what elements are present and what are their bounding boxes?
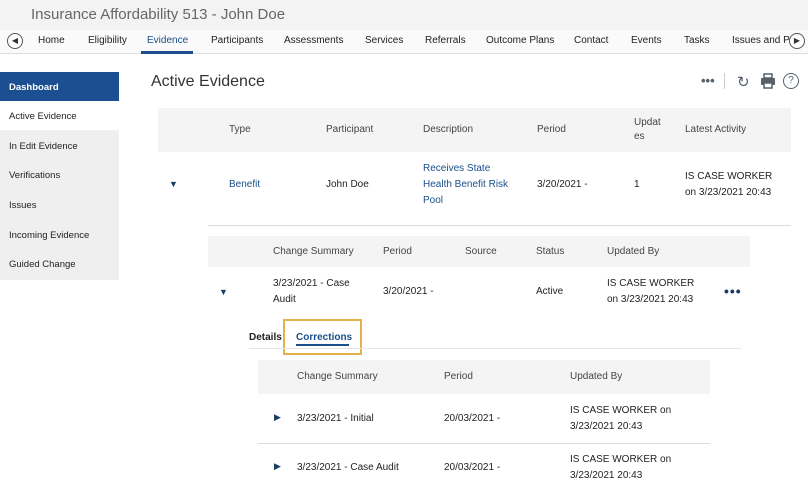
caret-right-icon[interactable]: ▶ — [274, 461, 281, 472]
col-change-summary: Change Summary — [273, 246, 354, 257]
print-icon[interactable] — [760, 73, 776, 92]
corr-row1-change-summary: 3/23/2021 - Initial — [297, 413, 374, 424]
col-change-period: Period — [383, 246, 412, 257]
evidence-period: 3/20/2021 - — [537, 179, 588, 190]
evidence-type-link[interactable]: Benefit — [229, 177, 260, 193]
evidence-description-line3[interactable]: Pool — [423, 193, 443, 209]
tab-participants[interactable]: Participants — [211, 35, 263, 46]
col-period: Period — [537, 124, 566, 135]
evidence-latest-activity-line1: IS CASE WORKER — [685, 171, 773, 182]
evidence-description-line2[interactable]: Health Benefit Risk — [423, 177, 508, 193]
tab-referrals[interactable]: Referrals — [425, 35, 466, 46]
sidebar-item-guided-change[interactable]: Guided Change — [0, 249, 119, 278]
help-icon[interactable]: ? — [783, 73, 799, 89]
sidebar-item-dashboard[interactable]: Dashboard — [0, 72, 119, 101]
col-status: Status — [536, 246, 565, 257]
change-summary-line1: 3/23/2021 - Case — [273, 278, 350, 289]
col-updated-by: Updated By — [607, 246, 660, 257]
evidence-updates: 1 — [634, 179, 640, 190]
corr-row2-period: 20/03/2021 - — [444, 462, 501, 473]
sidebar-item-verifications[interactable]: Verifications — [0, 160, 119, 189]
page-title: Active Evidence — [151, 73, 265, 90]
tab-outcome-plans[interactable]: Outcome Plans — [486, 35, 554, 46]
tab-contact[interactable]: Contact — [574, 35, 608, 46]
corr-row2-updated-by-line2: 3/23/2021 20:43 — [570, 470, 643, 481]
col-type: Type — [229, 124, 251, 135]
tab-events[interactable]: Events — [631, 35, 662, 46]
tab-bar: ◀ Home Eligibility Evidence Participants… — [0, 30, 808, 54]
col-latest-activity: Latest Activity — [685, 124, 747, 135]
tab-assessments[interactable]: Assessments — [284, 35, 343, 46]
change-updated-by-line1: IS CASE WORKER — [607, 278, 695, 289]
row-divider — [208, 225, 791, 226]
change-summary-line2: Audit — [273, 294, 296, 305]
tab-issues-and-proceedings[interactable]: Issues and P — [732, 35, 790, 46]
scroll-right-icon[interactable]: ▶ — [789, 33, 805, 49]
ellipsis-icon[interactable]: ••• — [701, 73, 715, 88]
sidebar-item-active-evidence[interactable]: Active Evidence — [0, 101, 119, 130]
tab-tasks[interactable]: Tasks — [684, 35, 710, 46]
sidebar-item-incoming-evidence[interactable]: Incoming Evidence — [0, 220, 119, 249]
corr-row2-change-summary: 3/23/2021 - Case Audit — [297, 462, 399, 473]
toolbar-divider — [724, 73, 725, 89]
tab-evidence[interactable]: Evidence — [147, 35, 188, 46]
corr-col-updated-by: Updated By — [570, 371, 623, 382]
evidence-latest-activity-line2: on 3/23/2021 20:43 — [685, 187, 772, 198]
tab-home[interactable]: Home — [38, 35, 65, 46]
tab-details[interactable]: Details — [249, 330, 282, 346]
evidence-description-line1[interactable]: Receives State — [423, 161, 490, 177]
tab-eligibility[interactable]: Eligibility — [88, 35, 127, 46]
corr-col-change-summary: Change Summary — [297, 371, 378, 382]
col-description: Description — [423, 124, 474, 135]
col-updates-line2: es — [634, 131, 645, 142]
change-period: 3/20/2021 - — [383, 286, 434, 297]
corrections-row-divider — [258, 443, 710, 444]
corr-row1-updated-by-line1: IS CASE WORKER on — [570, 405, 672, 416]
corr-col-period: Period — [444, 371, 473, 382]
active-tab-indicator — [141, 51, 193, 54]
corr-row2-updated-by-line1: IS CASE WORKER on — [570, 454, 672, 465]
col-source: Source — [465, 246, 497, 257]
app-title: Insurance Affordability 513 - John Doe — [31, 6, 286, 23]
scroll-left-icon[interactable]: ◀ — [7, 33, 23, 49]
sidebar: Dashboard Active Evidence In Edit Eviden… — [0, 72, 119, 280]
caret-down-icon[interactable]: ▼ — [169, 179, 178, 189]
app-title-bar: Insurance Affordability 513 - John Doe — [0, 0, 808, 30]
col-participant: Participant — [326, 124, 374, 135]
sidebar-item-in-edit-evidence[interactable]: In Edit Evidence — [0, 131, 119, 160]
tabs-divider — [249, 348, 741, 349]
change-status: Active — [536, 286, 564, 297]
evidence-participant: John Doe — [326, 179, 369, 190]
caret-down-icon[interactable]: ▼ — [219, 287, 228, 297]
change-updated-by-line2: on 3/23/2021 20:43 — [607, 294, 694, 305]
sidebar-item-issues[interactable]: Issues — [0, 190, 119, 219]
corr-row1-period: 20/03/2021 - — [444, 413, 501, 424]
row-actions-ellipsis-icon[interactable]: ••• — [724, 283, 742, 299]
corrections-highlight — [283, 319, 362, 355]
caret-right-icon[interactable]: ▶ — [274, 412, 281, 423]
refresh-icon[interactable]: ↻ — [737, 73, 750, 91]
tab-services[interactable]: Services — [365, 35, 403, 46]
corr-row1-updated-by-line2: 3/23/2021 20:43 — [570, 421, 643, 432]
